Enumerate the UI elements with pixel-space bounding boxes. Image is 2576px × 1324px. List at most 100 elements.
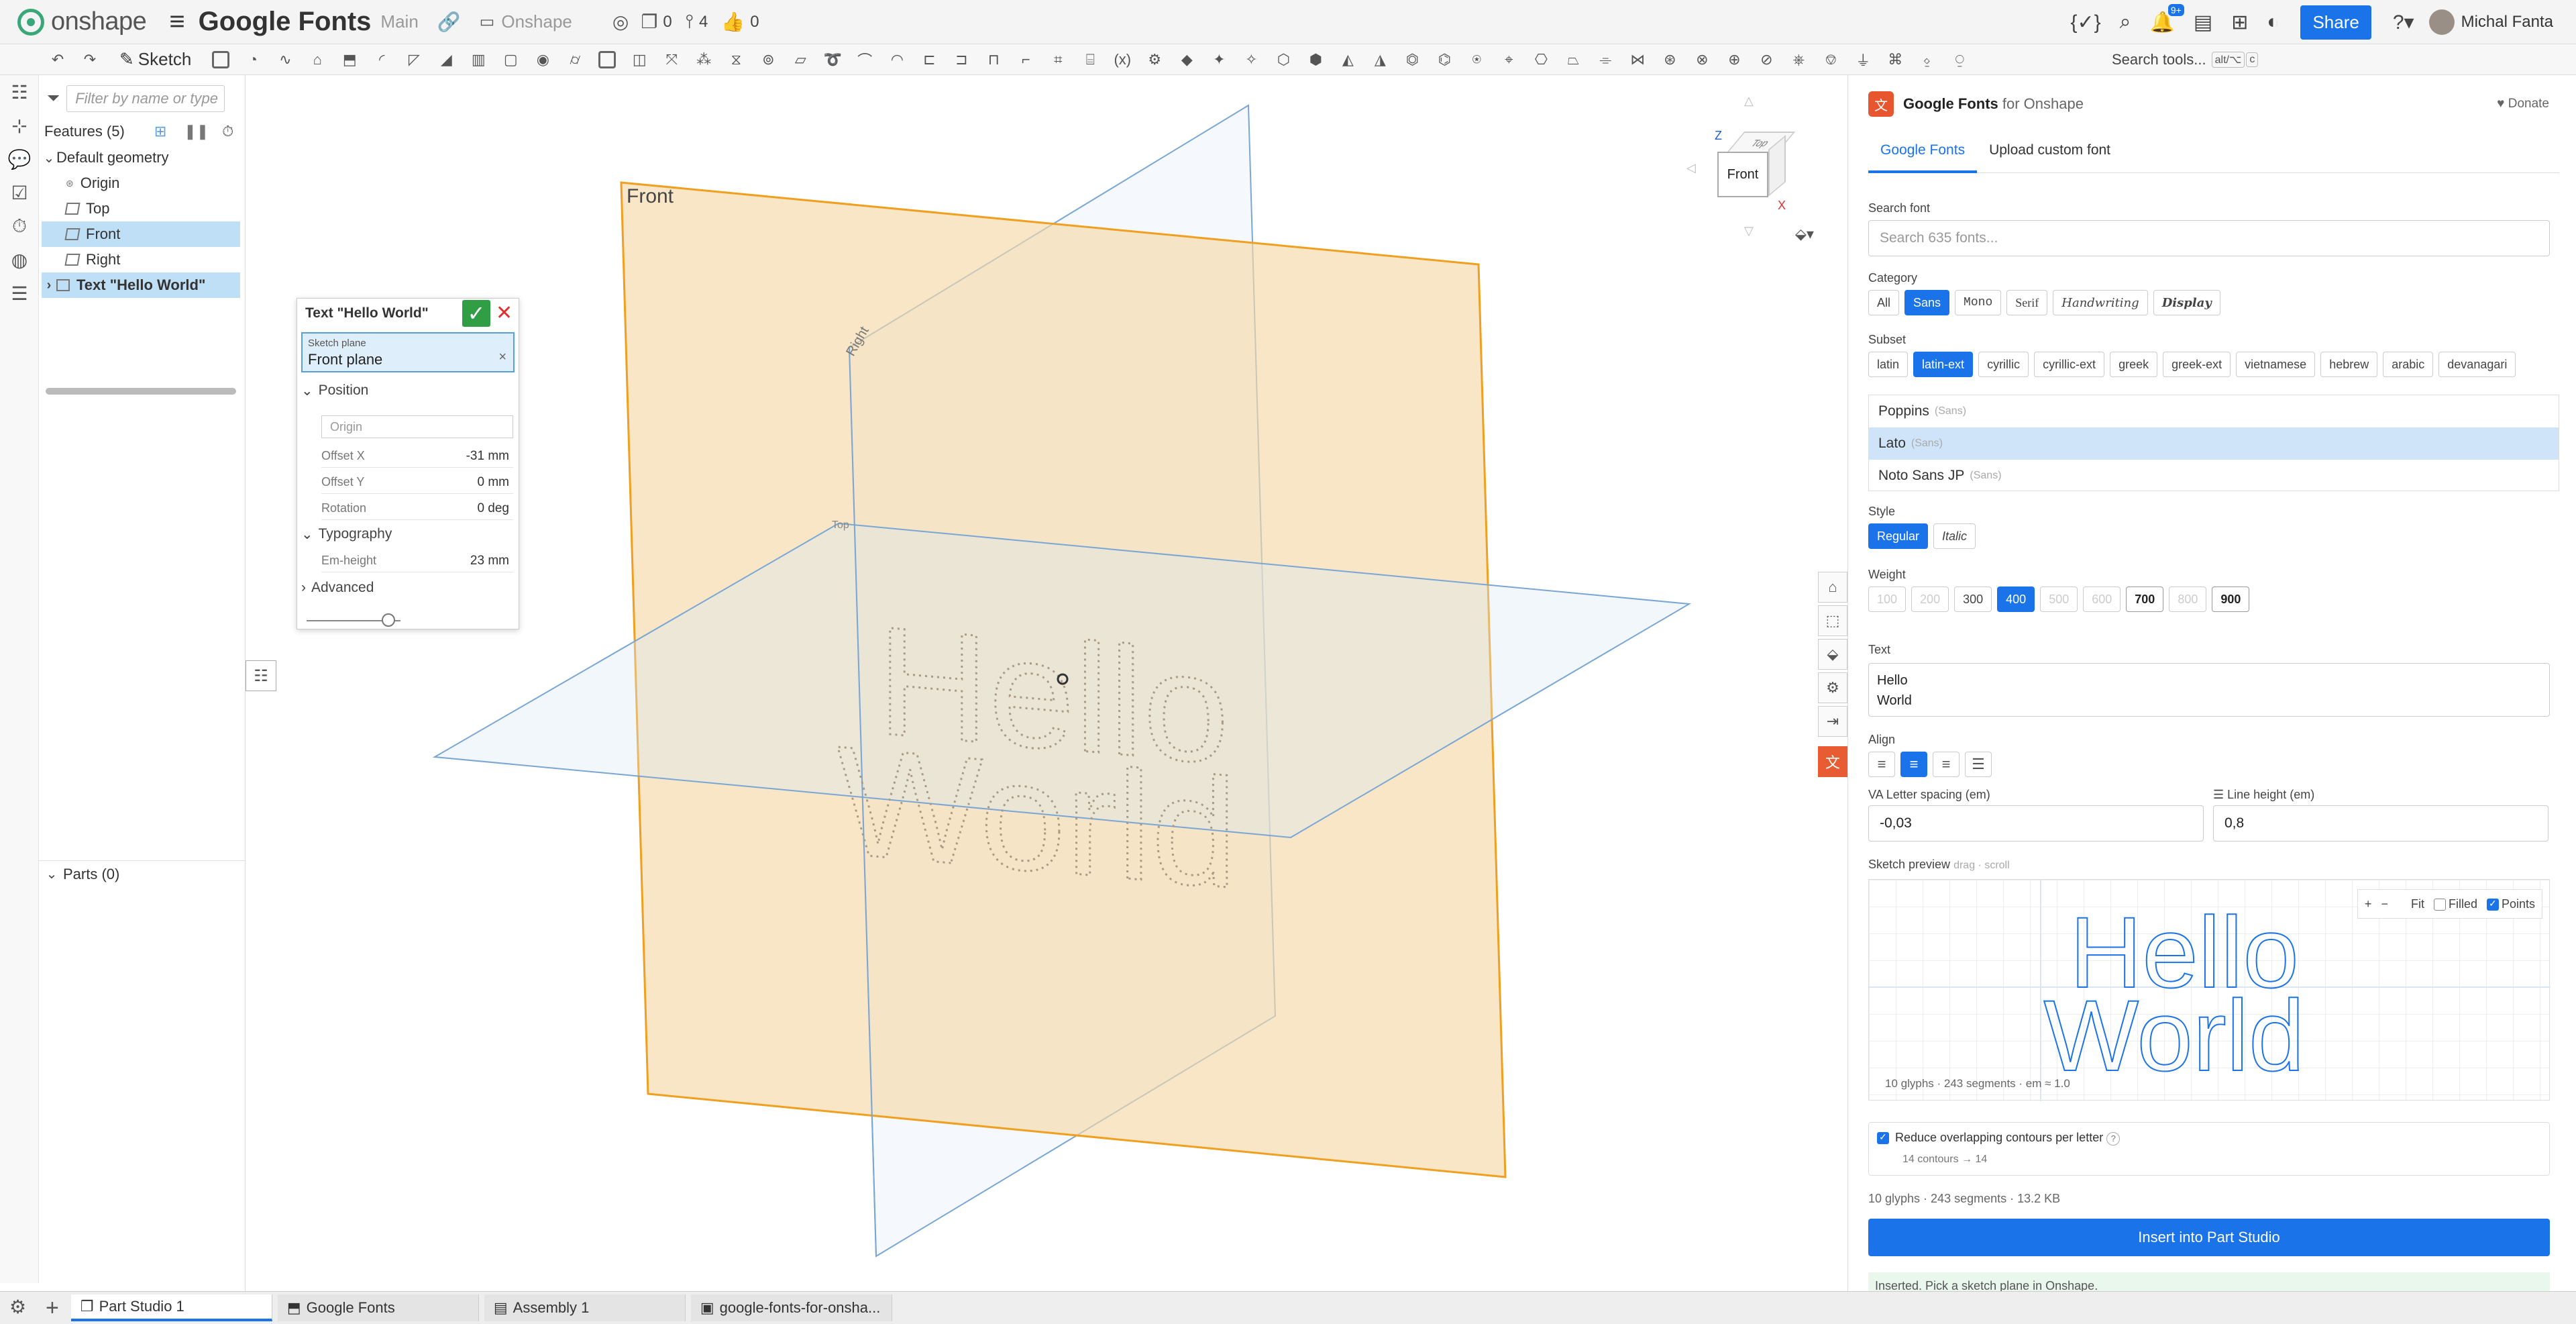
custom-feature-11-icon[interactable]: ⎔ xyxy=(1532,50,1550,69)
category-sans[interactable]: Sans xyxy=(1904,290,1950,315)
typography-section[interactable]: ⌄ Typography xyxy=(301,523,392,546)
help-icon[interactable]: ?▾ xyxy=(2393,11,2414,34)
document-title[interactable]: Google Fonts xyxy=(199,7,372,37)
curve-icon[interactable]: ⌒ xyxy=(855,50,874,69)
search-icon[interactable]: ⌕ xyxy=(2120,11,2131,34)
align-right-icon[interactable]: ≡ xyxy=(1933,752,1960,777)
rollback-icon[interactable]: ⏱ xyxy=(222,123,233,140)
style-regular[interactable]: Regular xyxy=(1868,523,1929,549)
graphics-viewport[interactable]: Front Right Top Hello World xyxy=(246,75,1847,1291)
chevron-down-icon[interactable]: ⌄ xyxy=(44,866,59,882)
subset-latin[interactable]: latin xyxy=(1868,352,1909,377)
revolve-icon[interactable]: ◔ xyxy=(244,50,262,69)
view-cube[interactable]: Z Top Front X △ ◁ ▽ ⬙▾ xyxy=(1677,94,1838,255)
letter-spacing-input[interactable]: -0,03 xyxy=(1868,805,2204,842)
tab-part-studio-1[interactable]: ❒ Part Studio 1 xyxy=(70,1294,272,1321)
zoom-in-button[interactable]: + xyxy=(2365,897,2372,911)
font-item-poppins[interactable]: Poppins (Sans) xyxy=(1869,395,2559,427)
custom-feature-24-icon[interactable]: ⍜ xyxy=(1950,50,1969,69)
custom-feature-1-icon[interactable]: ✦ xyxy=(1210,50,1228,69)
offset-x-field[interactable]: Offset X -31 mm xyxy=(321,445,513,468)
display-states-icon[interactable]: ⌂ xyxy=(1818,572,1847,603)
appearance-icon[interactable]: ◍ xyxy=(0,243,39,276)
text-input[interactable]: Hello World xyxy=(1868,663,2550,717)
variable-icon[interactable]: (x) xyxy=(1113,50,1132,69)
draft-icon[interactable]: ◢ xyxy=(437,50,455,69)
category-display[interactable]: Display xyxy=(2153,290,2220,315)
view-options-icon[interactable]: ⬙▾ xyxy=(1795,225,1814,243)
user-name[interactable]: Michal Fanta xyxy=(2461,13,2553,32)
subset-hebrew[interactable]: hebrew xyxy=(2320,352,2378,377)
tree-item-origin[interactable]: ⊛ Origin xyxy=(42,170,240,196)
google-fonts-app-icon[interactable]: 文 xyxy=(1818,746,1847,777)
subset-devanagari[interactable]: devanagari xyxy=(2438,352,2516,377)
instances-icon[interactable]: ⊹ xyxy=(0,109,39,142)
feature-list-icon[interactable]: ☷ xyxy=(0,75,39,109)
subset-cyrillic-ext[interactable]: cyrillic-ext xyxy=(2034,352,2105,377)
documents-icon[interactable]: ❐ xyxy=(641,11,657,33)
filter-input[interactable]: Filter by name or type xyxy=(66,85,225,112)
branch-name[interactable]: Main xyxy=(380,11,418,32)
help-icon[interactable]: ? xyxy=(2106,1132,2121,1145)
accept-button[interactable]: ✓ xyxy=(462,300,490,327)
subset-vietnamese[interactable]: vietnamese xyxy=(2236,352,2316,377)
redo-icon[interactable]: ↷ xyxy=(80,50,99,69)
variables-icon[interactable]: {✓} xyxy=(2070,11,2100,34)
custom-feature-8-icon[interactable]: ⌬ xyxy=(1435,50,1454,69)
donate-link[interactable]: ♥ Donate xyxy=(2497,97,2549,111)
bend-icon[interactable]: ⌐ xyxy=(1016,50,1035,69)
extrude-icon[interactable] xyxy=(212,50,230,68)
custom-feature-6-icon[interactable]: ◮ xyxy=(1371,50,1389,69)
subset-arabic[interactable]: arabic xyxy=(2383,352,2434,377)
tree-item-front[interactable]: Front xyxy=(42,221,240,247)
boolean-icon[interactable] xyxy=(598,50,616,68)
learning-icon[interactable]: ◐ xyxy=(2267,11,2279,34)
custom-feature-10-icon[interactable]: ⌖ xyxy=(1499,50,1518,69)
feature-list-scrollbar[interactable] xyxy=(46,388,236,395)
custom-feature-16-icon[interactable]: ⊗ xyxy=(1693,50,1711,69)
category-mono[interactable]: Mono xyxy=(1955,290,2002,315)
cube-front-face[interactable]: Front xyxy=(1717,152,1768,197)
notifications-icon[interactable]: 🔔 9+ xyxy=(2149,3,2184,34)
subset-latin-ext[interactable]: latin-ext xyxy=(1913,352,1974,377)
bom-icon[interactable]: ☰ xyxy=(0,276,39,310)
rotate-left-icon[interactable]: ◁ xyxy=(1686,161,1696,175)
mirror-icon[interactable]: ⧖ xyxy=(727,50,745,69)
transform-icon[interactable]: ⤧ xyxy=(662,50,681,69)
tab-google-fonts-app[interactable]: ⬒ Google Fonts xyxy=(277,1294,479,1321)
subset-greek-ext[interactable]: greek-ext xyxy=(2163,352,2231,377)
custom-feature-3-icon[interactable]: ⬡ xyxy=(1274,50,1293,69)
tree-item-top[interactable]: Top xyxy=(42,196,240,221)
custom-feature-2-icon[interactable]: ✧ xyxy=(1242,50,1260,69)
rib-icon[interactable]: ▥ xyxy=(469,50,488,69)
align-center-icon[interactable]: ≡ xyxy=(1900,752,1927,777)
custom-feature-18-icon[interactable]: ⊘ xyxy=(1757,50,1776,69)
offset-y-field[interactable]: Offset Y 0 mm xyxy=(321,471,513,494)
tab-upload-custom-font[interactable]: Upload custom font xyxy=(1977,132,2123,173)
sketch-button[interactable]: ✎ Sketch xyxy=(119,49,191,70)
tab-google-fonts-for-onshape[interactable]: ▣ google-fonts-for-onsha... xyxy=(690,1294,892,1321)
custom-feature-12-icon[interactable]: ⏢ xyxy=(1564,50,1582,69)
zoom-out-button[interactable]: − xyxy=(2381,897,2388,911)
simulation-icon[interactable]: ⚙ xyxy=(1818,672,1847,703)
settings-icon[interactable]: ⚙ xyxy=(9,1296,26,1318)
sketch-plane-selector[interactable]: Sketch plane Front plane × xyxy=(301,332,515,372)
custom-feature-21-icon[interactable]: ⏚ xyxy=(1854,50,1872,69)
custom-feature-15-icon[interactable]: ⊛ xyxy=(1660,50,1679,69)
list-view-icon[interactable]: ☷ xyxy=(246,660,276,691)
thicken-icon[interactable]: ⬒ xyxy=(340,50,359,69)
folder-icon[interactable]: ▭ xyxy=(480,12,495,32)
em-height-field[interactable]: Em-height 23 mm xyxy=(321,550,513,572)
tab-icon[interactable]: ⊓ xyxy=(984,50,1003,69)
font-list[interactable]: Poppins (Sans) Lato (Sans) Noto Sans JP … xyxy=(1868,395,2559,491)
weight-900[interactable]: 900 xyxy=(2212,587,2250,612)
globe-icon[interactable]: ◎ xyxy=(612,11,629,33)
chevron-down-icon[interactable]: ⌄ xyxy=(42,150,56,166)
custom-feature-13-icon[interactable]: ⌯ xyxy=(1596,50,1615,69)
loft-icon[interactable]: ⌂ xyxy=(308,50,327,69)
rotate-down-icon[interactable]: ▽ xyxy=(1744,224,1754,238)
custom-feature-20-icon[interactable]: ⎊ xyxy=(1821,50,1840,69)
filled-checkbox[interactable]: Filled xyxy=(2433,897,2477,911)
slider-handle[interactable] xyxy=(382,613,395,627)
style-italic[interactable]: Italic xyxy=(1933,523,1976,549)
